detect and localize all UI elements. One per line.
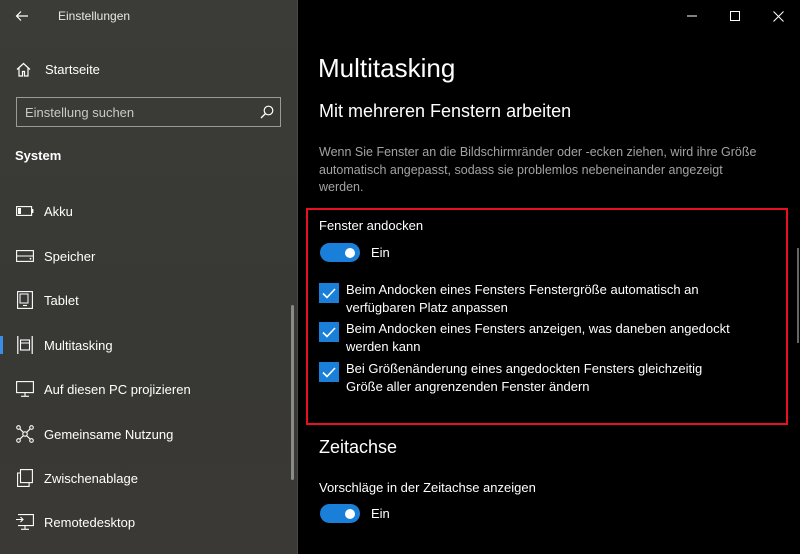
share-icon — [15, 424, 35, 444]
snap-assist-checkbox[interactable] — [319, 322, 339, 342]
sidebar-item-label: Tablet — [44, 292, 79, 308]
snap-size-checkbox[interactable] — [319, 283, 339, 303]
checkmark-icon — [322, 326, 336, 338]
sidebar-item-label: Zwischenablage — [44, 470, 138, 486]
checkbox-row[interactable]: Beim Andocken eines Fensters anzeigen, w… — [319, 320, 736, 356]
sidebar-item-label: Remotedesktop — [44, 514, 136, 530]
remote-desktop-icon — [15, 512, 35, 532]
snap-toggle-state: Ein — [371, 245, 390, 260]
close-icon — [772, 10, 784, 22]
tablet-icon — [15, 290, 35, 310]
project-icon — [15, 379, 35, 399]
checkmark-icon — [322, 366, 336, 378]
search-icon[interactable] — [259, 104, 275, 120]
sidebar-item-label: Multitasking — [44, 337, 113, 353]
checkbox-label: Beim Andocken eines Fensters anzeigen, w… — [346, 321, 730, 354]
minimize-button[interactable] — [682, 6, 702, 26]
main-scrollbar[interactable] — [797, 248, 799, 343]
sidebar-item-zwischenablage[interactable]: Zwischenablage — [0, 461, 296, 495]
snap-description: Wenn Sie Fenster an die Bildschirmränder… — [319, 145, 757, 194]
back-button[interactable] — [10, 5, 34, 27]
checkbox-label: Beim Andocken eines Fensters Fenstergröß… — [346, 282, 699, 315]
sidebar-item-home[interactable]: Startseite — [15, 58, 100, 80]
checkbox-label: Bei Größenänderung eines angedockten Fen… — [346, 361, 703, 394]
home-label: Startseite — [45, 61, 100, 77]
clipboard-icon — [15, 468, 35, 488]
snap-resize-checkbox[interactable] — [319, 362, 339, 382]
multitasking-icon — [15, 335, 35, 355]
sidebar-item-akku[interactable]: Akku — [0, 194, 296, 228]
storage-icon — [15, 246, 35, 266]
section-heading: System — [15, 148, 62, 163]
sidebar-item-projizieren[interactable]: Auf diesen PC projizieren — [0, 372, 296, 406]
search-box[interactable] — [16, 97, 281, 127]
battery-icon — [15, 201, 35, 221]
sidebar-item-speicher[interactable]: Speicher — [0, 239, 296, 273]
back-arrow-icon — [15, 11, 28, 21]
sidebar-divider — [297, 0, 298, 554]
page-title: Multitasking — [318, 53, 456, 83]
timeline-toggle-label: Vorschläge in der Zeitachse anzeigen — [319, 480, 536, 495]
sidebar-item-label: Gemeinsame Nutzung — [44, 426, 174, 442]
search-input[interactable] — [25, 98, 250, 126]
timeline-toggle-state: Ein — [371, 506, 390, 521]
toggle-knob — [345, 508, 355, 519]
sidebar-item-label: Akku — [44, 203, 73, 219]
sidebar-item-tablet[interactable]: Tablet — [0, 283, 296, 317]
snap-windows-toggle[interactable] — [320, 243, 360, 262]
sidebar-item-label: Speicher — [44, 248, 96, 264]
toggle-knob — [345, 247, 355, 258]
timeline-toggle[interactable] — [320, 504, 360, 523]
checkbox-row[interactable]: Bei Größenänderung eines angedockten Fen… — [319, 360, 736, 396]
sidebar: Einstellungen Startseite System Akku Spe… — [0, 0, 298, 554]
active-indicator — [0, 336, 3, 354]
snap-toggle-label: Fenster andocken — [319, 218, 424, 233]
sidebar-item-label: Auf diesen PC projizieren — [44, 381, 191, 397]
timeline-heading: Zeitachse — [319, 437, 398, 457]
snap-section-heading: Mit mehreren Fenstern arbeiten — [319, 101, 572, 121]
home-icon — [16, 62, 31, 77]
minimize-icon — [687, 15, 697, 17]
close-button[interactable] — [768, 6, 788, 26]
maximize-icon — [730, 11, 740, 21]
sidebar-scrollbar[interactable] — [291, 305, 294, 480]
checkmark-icon — [322, 287, 336, 299]
sidebar-item-remotedesktop[interactable]: Remotedesktop — [0, 505, 296, 539]
checkbox-row[interactable]: Beim Andocken eines Fensters Fenstergröß… — [319, 281, 736, 317]
sidebar-item-multitasking[interactable]: Multitasking — [0, 328, 296, 362]
maximize-button[interactable] — [725, 6, 745, 26]
sidebar-item-gemeinsame-nutzung[interactable]: Gemeinsame Nutzung — [0, 417, 296, 451]
app-title: Einstellungen — [58, 9, 131, 23]
